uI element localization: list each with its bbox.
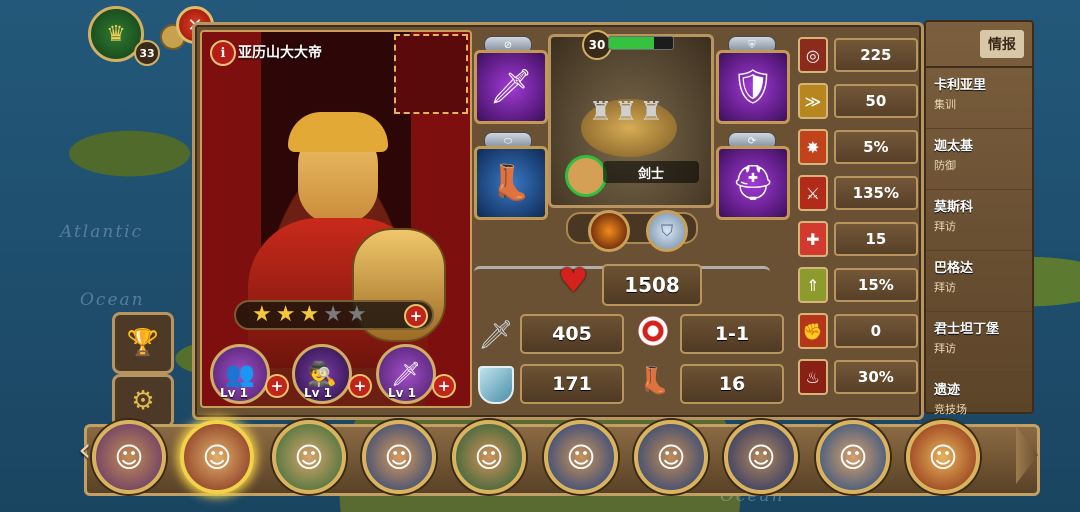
hero-emblem-slot	[394, 34, 468, 114]
target-range-icon	[638, 316, 668, 346]
attribute-row: ✸ 5%	[798, 124, 918, 170]
swordsman-troops-icon: ♜♜♜	[589, 97, 665, 127]
speed-icon: ≫	[798, 83, 828, 119]
star-icon: ★	[252, 302, 272, 327]
attack-value: 405	[520, 314, 624, 354]
attribute-row: ⚔ 135%	[798, 170, 918, 216]
burst-icon: ✸	[798, 129, 828, 165]
skill-level: Lv 1	[388, 386, 416, 400]
city-name: 遗迹	[934, 383, 961, 398]
helmet-icon[interactable]: ⛑	[716, 146, 790, 220]
star-icon: ★	[299, 302, 320, 327]
shield-ability-icon[interactable]: ⛉	[646, 210, 688, 252]
shield-stat-icon	[478, 366, 514, 404]
target-icon: ◎	[798, 37, 828, 73]
attribute-value: 15%	[833, 268, 918, 302]
skill-level: Lv 1	[304, 386, 332, 400]
info-icon[interactable]: i	[210, 40, 236, 66]
attribute-row: ♨ 30%	[798, 354, 918, 400]
hero-hair	[288, 112, 388, 152]
fire-slash-icon[interactable]	[588, 210, 630, 252]
unit-avatar	[565, 155, 607, 197]
unit-panel[interactable]: ♜♜♜ 剑士	[548, 34, 714, 208]
attribute-row: ⇑ 15%	[798, 262, 918, 308]
attribute-list: ◎ 225 ≫ 50 ✸ 5% ⚔ 135% ✚ 15 ⇑ 15% ✊ 0 ♨ …	[798, 32, 918, 412]
map-label: Atlantic	[60, 222, 144, 242]
range-value: 1-1	[680, 314, 784, 354]
fist-icon: ✊	[798, 313, 828, 349]
attribute-row: ◎ 225	[798, 32, 918, 78]
unit-type-label: 剑士	[603, 161, 699, 183]
city-item[interactable]: 君士坦丁堡 拜访	[926, 318, 1032, 373]
star-icon: ★	[275, 302, 296, 327]
player-level-badge: 33	[134, 40, 160, 66]
city-name: 卡利亚里	[934, 78, 987, 93]
hero-avatar[interactable]: ☺	[634, 420, 708, 494]
hero-avatar[interactable]: ☺	[816, 420, 890, 494]
attribute-value: 135%	[833, 176, 918, 210]
attribute-value: 225	[833, 38, 918, 72]
skill-level: Lv 1	[220, 386, 248, 400]
boots-icon[interactable]: 👢	[474, 146, 548, 220]
heal-icon: ✚	[798, 221, 828, 257]
intel-title: 情报	[980, 30, 1024, 58]
hero-name: 亚历山大大帝	[238, 45, 322, 61]
city-status: 防御	[934, 159, 956, 172]
hero-avatar[interactable]: ☺	[272, 420, 346, 494]
city-name: 巴格达	[934, 261, 974, 276]
sword-stat-icon: 🗡	[478, 318, 514, 351]
unit-xp-bar	[608, 36, 674, 50]
city-item[interactable]: 莫斯科 拜访	[926, 196, 1032, 251]
roster-prev-arrow-icon[interactable]: ‹	[78, 430, 92, 470]
city-item[interactable]: 卡利亚里 集训	[926, 74, 1032, 129]
attribute-row: ✊ 0	[798, 308, 918, 354]
city-status: 拜访	[934, 342, 956, 355]
hero-avatar[interactable]: ☺	[92, 420, 166, 494]
hero-avatar-selected[interactable]: ☺	[180, 420, 254, 494]
attribute-row: ✚ 15	[798, 216, 918, 262]
hero-avatar[interactable]: ☺	[452, 420, 526, 494]
attribute-value: 5%	[833, 130, 918, 164]
sword-up-icon: ⚔	[798, 175, 828, 211]
hero-avatar[interactable]: ☺	[724, 420, 798, 494]
attribute-value: 30%	[833, 360, 918, 394]
intel-header: 情报	[926, 22, 1032, 68]
intel-sidebar: 情报 卡利亚里 集训 迦太基 防御 莫斯科 拜访 巴格达 拜访 君士坦丁堡 拜访…	[924, 20, 1034, 416]
city-status: 竞技场	[934, 403, 967, 416]
map-label: Ocean	[80, 290, 145, 310]
attribute-value: 0	[833, 314, 918, 348]
hero-avatar[interactable]: ☺	[544, 420, 618, 494]
skill-upgrade-button[interactable]: +	[348, 374, 372, 398]
city-name: 莫斯科	[934, 200, 974, 215]
fire-warrior-icon: ♨	[798, 359, 828, 395]
city-status: 集训	[934, 98, 956, 111]
city-name: 迦太基	[934, 139, 974, 154]
move-value: 16	[680, 364, 784, 404]
sword-icon[interactable]: 🗡	[474, 50, 548, 124]
skill-upgrade-button[interactable]: +	[265, 374, 289, 398]
city-status: 拜访	[934, 220, 956, 233]
rank-up-icon: ⇑	[798, 267, 828, 303]
hero-avatar[interactable]: ☺	[362, 420, 436, 494]
upgrade-stars-button[interactable]: +	[404, 304, 428, 328]
attribute-value: 15	[833, 222, 918, 256]
hp-value: 1508	[602, 264, 702, 306]
attribute-value: 50	[833, 84, 918, 118]
trophy-button[interactable]: 🏆	[112, 312, 174, 374]
city-item[interactable]: 巴格达 拜访	[926, 257, 1032, 312]
chest-armor-icon[interactable]: 🛡	[716, 50, 790, 124]
star-icon: ★	[323, 302, 343, 327]
heart-icon: ♥	[558, 261, 589, 301]
city-status: 拜访	[934, 281, 956, 294]
city-name: 君士坦丁堡	[934, 322, 1000, 337]
defense-value: 171	[520, 364, 624, 404]
city-item[interactable]: 迦太基 防御	[926, 135, 1032, 190]
star-icon: ★	[346, 302, 367, 327]
boot-move-icon: 👢	[638, 366, 671, 396]
attribute-row: ≫ 50	[798, 78, 918, 124]
hero-avatar[interactable]: ☺	[906, 420, 980, 494]
skill-upgrade-button[interactable]: +	[432, 374, 456, 398]
